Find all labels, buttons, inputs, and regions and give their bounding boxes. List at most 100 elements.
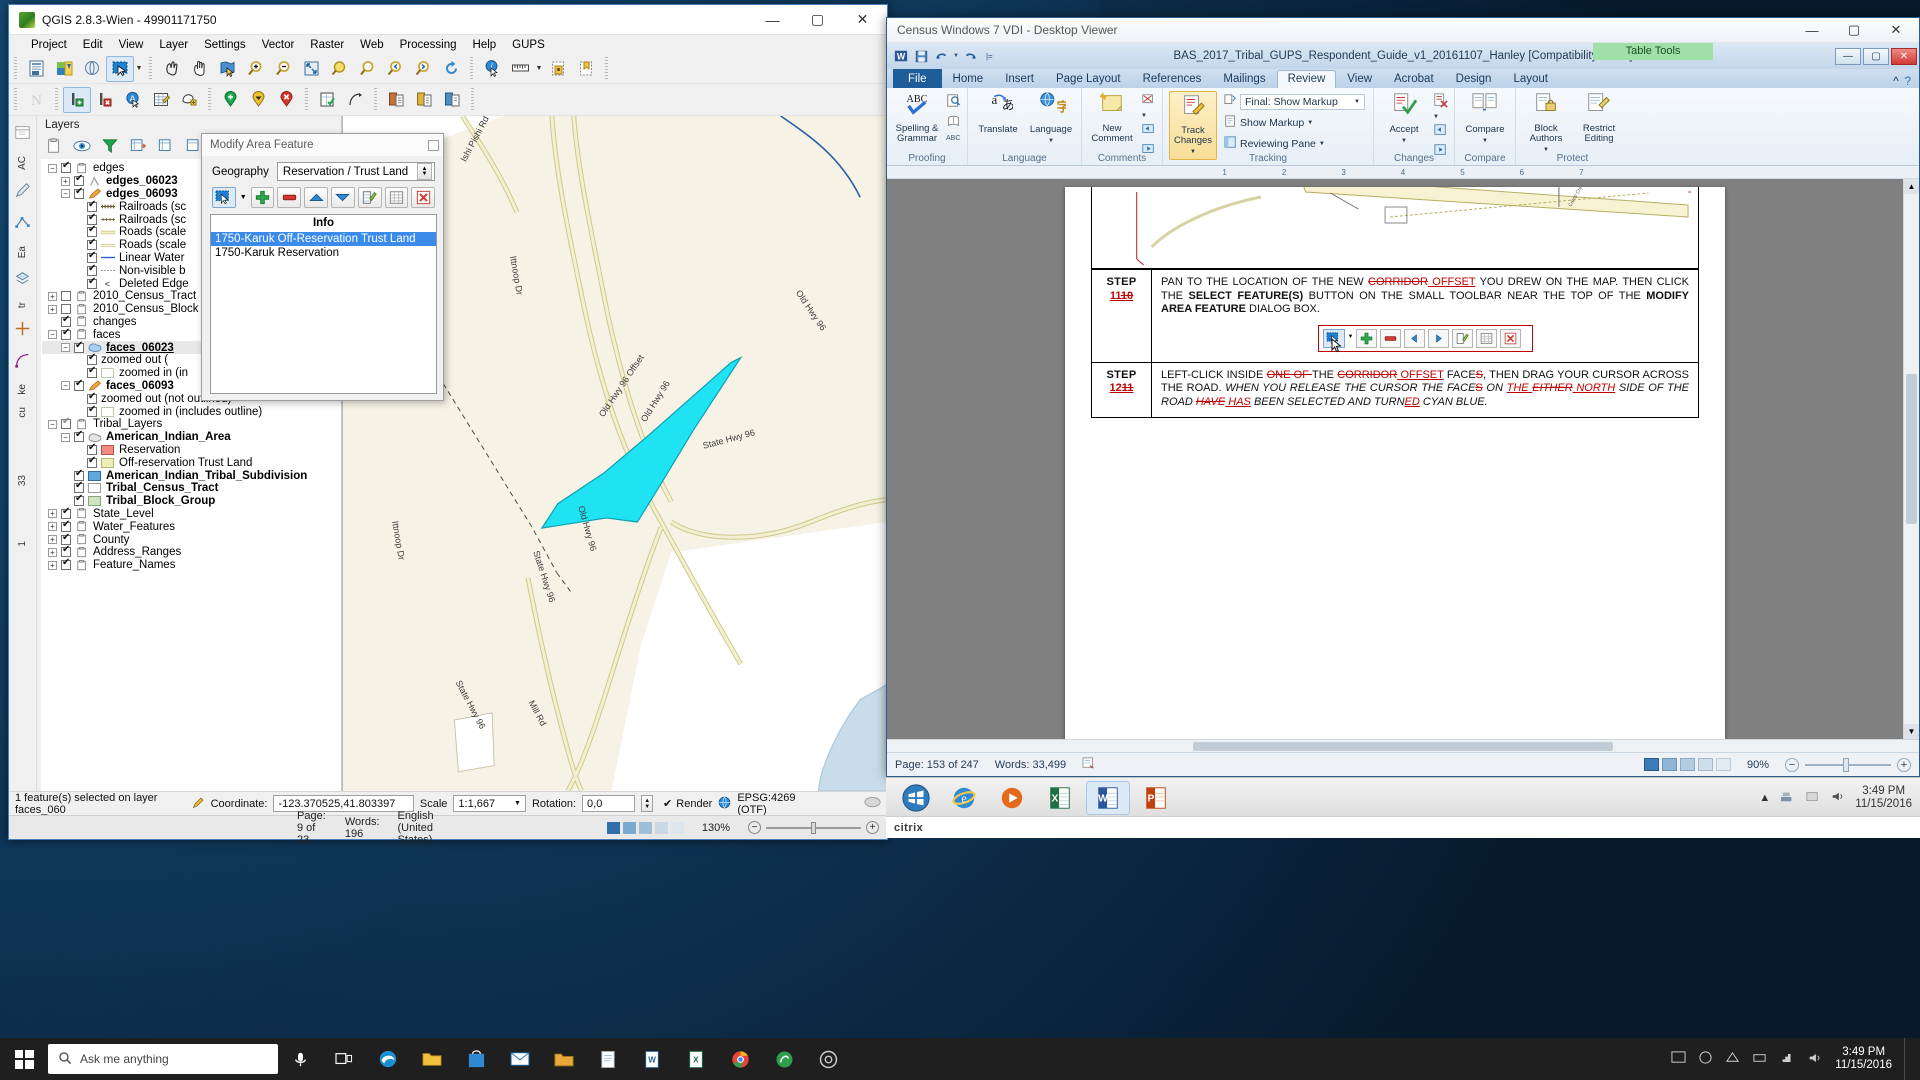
proofing-errors-icon[interactable] bbox=[1082, 757, 1096, 772]
crs-globe-icon[interactable] bbox=[718, 796, 731, 812]
start-orb-icon[interactable] bbox=[894, 781, 938, 815]
tree-expander-icon[interactable]: − bbox=[61, 381, 70, 390]
tree-expander-icon[interactable]: − bbox=[48, 420, 57, 429]
minimize-ribbon-icon[interactable]: ^ bbox=[1893, 76, 1898, 88]
coordinate-input[interactable]: -123.370525,41.803397 bbox=[273, 795, 413, 812]
toolbar-grip-7[interactable] bbox=[206, 88, 213, 112]
menu-view[interactable]: View bbox=[111, 37, 152, 53]
modify-area-feature-dialog[interactable]: Modify Area Feature Geography Reservatio… bbox=[201, 133, 444, 401]
layer-visibility-checkbox[interactable] bbox=[61, 547, 71, 557]
select-features-icon[interactable] bbox=[212, 187, 236, 208]
show-bookmarks-icon[interactable] bbox=[572, 56, 600, 82]
tree-expander-icon[interactable]: − bbox=[48, 164, 57, 173]
display-for-review-dropdown[interactable]: Final: Show Markup ▼ bbox=[1240, 94, 1365, 110]
save-icon[interactable] bbox=[913, 48, 929, 64]
tree-expander-icon[interactable]: + bbox=[61, 177, 70, 186]
accept-button[interactable]: Accept ▼ bbox=[1380, 91, 1428, 147]
citrix-maximize-button[interactable]: ▢ bbox=[1833, 19, 1875, 42]
accept-dropdown-arrow-icon[interactable]: ▼ bbox=[1401, 136, 1407, 147]
tree-expander-icon[interactable]: − bbox=[48, 330, 57, 339]
print-layout-icon[interactable] bbox=[607, 822, 620, 834]
render-checkbox[interactable]: ✔ Render bbox=[663, 797, 712, 810]
layer-visibility-checkbox[interactable] bbox=[87, 253, 97, 263]
layer-tree-item[interactable]: +Feature_Names bbox=[42, 559, 340, 572]
rotation-spinner[interactable]: ▲▼ bbox=[641, 795, 653, 812]
add-group-icon[interactable] bbox=[45, 137, 63, 155]
tree-expander-icon[interactable]: + bbox=[48, 522, 57, 531]
tree-expander-icon[interactable]: − bbox=[61, 433, 70, 442]
layer-visibility-checkbox[interactable] bbox=[74, 343, 84, 353]
layer-visibility-checkbox[interactable] bbox=[74, 432, 84, 442]
outline-icon[interactable] bbox=[655, 822, 668, 834]
tab-acrobat[interactable]: Acrobat bbox=[1383, 70, 1445, 88]
spelling-grammar-button[interactable]: ABC Spelling &Grammar bbox=[893, 91, 941, 144]
refresh-icon[interactable] bbox=[437, 56, 465, 82]
customize-icon[interactable]: |= bbox=[983, 52, 996, 61]
citrix-close-button[interactable]: ✕ bbox=[1875, 19, 1917, 42]
menu-raster[interactable]: Raster bbox=[302, 37, 352, 53]
show-markup-dropdown-arrow-icon[interactable]: ▼ bbox=[1307, 120, 1313, 126]
delete-area-icon[interactable] bbox=[277, 187, 301, 208]
print-layout-icon[interactable] bbox=[1644, 758, 1659, 771]
open-project-icon[interactable] bbox=[50, 56, 78, 82]
internet-explorer-icon[interactable]: e bbox=[942, 781, 986, 815]
tab-file[interactable]: File bbox=[893, 69, 942, 88]
layer-visibility-checkbox[interactable] bbox=[87, 458, 97, 468]
toolbar-grip-5[interactable] bbox=[12, 88, 19, 112]
layer-tree-item[interactable]: Tribal_Census_Tract bbox=[42, 482, 340, 495]
word-document-area[interactable]: Camp Creek Rd STEP1110PAN TO THE LOCATIO… bbox=[887, 179, 1919, 739]
network-icon[interactable] bbox=[1780, 790, 1795, 806]
display-for-review-row[interactable]: Final: Show Markup ▼ bbox=[1222, 93, 1367, 111]
layers-dock-icon[interactable] bbox=[14, 270, 31, 290]
toolbar-grip-9[interactable] bbox=[372, 88, 379, 112]
language-button[interactable]: 字 Language ▼ bbox=[1027, 91, 1075, 147]
media-player-icon[interactable] bbox=[990, 781, 1034, 815]
identify-features-icon[interactable]: i bbox=[478, 56, 506, 82]
scale-dropdown-arrow-icon[interactable]: ▼ bbox=[514, 800, 521, 807]
measure-line-icon[interactable] bbox=[506, 56, 534, 82]
store-icon[interactable] bbox=[454, 1038, 498, 1080]
new-comment-button[interactable]: NewComment bbox=[1088, 91, 1136, 144]
zoom-thumb[interactable] bbox=[1843, 758, 1849, 772]
layer-tree-item[interactable]: Off-reservation Trust Land bbox=[42, 456, 340, 469]
reject-icon[interactable] bbox=[1433, 93, 1448, 111]
powerpoint-icon[interactable]: P bbox=[1134, 781, 1178, 815]
menu-settings[interactable]: Settings bbox=[196, 37, 254, 53]
undo-icon[interactable] bbox=[933, 48, 949, 64]
layer-visibility-checkbox[interactable] bbox=[74, 471, 84, 481]
draft-icon[interactable] bbox=[1716, 758, 1731, 771]
layer-visibility-checkbox[interactable] bbox=[61, 330, 71, 340]
help-icon[interactable]: ? bbox=[1905, 76, 1911, 88]
layer-visibility-checkbox[interactable] bbox=[87, 445, 97, 455]
block-authors-button[interactable]: BlockAuthors ▼ bbox=[1522, 91, 1570, 156]
chevron-down-icon[interactable]: ▼ bbox=[1354, 99, 1360, 105]
add-feature-form-icon[interactable] bbox=[313, 87, 341, 113]
select-dropdown-arrow-icon[interactable]: ▼ bbox=[239, 194, 248, 201]
layer-tree-item[interactable]: −Tribal_Layers bbox=[42, 418, 340, 431]
menu-help[interactable]: Help bbox=[465, 37, 505, 53]
layer-visibility-checkbox[interactable] bbox=[87, 355, 97, 365]
word-icon[interactable]: W bbox=[1086, 781, 1130, 815]
web-layout-icon[interactable] bbox=[1680, 758, 1695, 771]
tab-home[interactable]: Home bbox=[942, 70, 995, 88]
full-screen-icon[interactable] bbox=[1662, 758, 1677, 771]
menu-processing[interactable]: Processing bbox=[392, 37, 465, 53]
tray-app3-icon[interactable] bbox=[1725, 1050, 1740, 1068]
tree-expander-icon[interactable]: + bbox=[48, 509, 57, 518]
reviewing-pane-dropdown-arrow-icon[interactable]: ▼ bbox=[1319, 141, 1325, 147]
add-point-feature-icon[interactable] bbox=[216, 87, 244, 113]
layer-tree-item[interactable]: −American_Indian_Area bbox=[42, 431, 340, 444]
move-up-icon[interactable] bbox=[304, 187, 328, 208]
layer-visibility-checkbox[interactable] bbox=[87, 202, 97, 212]
web-layout-icon[interactable] bbox=[639, 822, 652, 834]
add-line-feature-icon[interactable] bbox=[244, 87, 272, 113]
layer-visibility-checkbox[interactable] bbox=[74, 483, 84, 493]
tab-references[interactable]: References bbox=[1132, 70, 1213, 88]
excel-doc-icon[interactable]: X bbox=[674, 1038, 718, 1080]
reviewing-pane-row[interactable]: Reviewing Pane ▼ bbox=[1222, 135, 1367, 153]
tab-review[interactable]: Review bbox=[1277, 70, 1337, 88]
edge-icon[interactable] bbox=[366, 1038, 410, 1080]
toolbar-grip-8[interactable] bbox=[303, 88, 310, 112]
attributes-icon[interactable] bbox=[358, 187, 382, 208]
layer-visibility-checkbox[interactable] bbox=[61, 535, 71, 545]
